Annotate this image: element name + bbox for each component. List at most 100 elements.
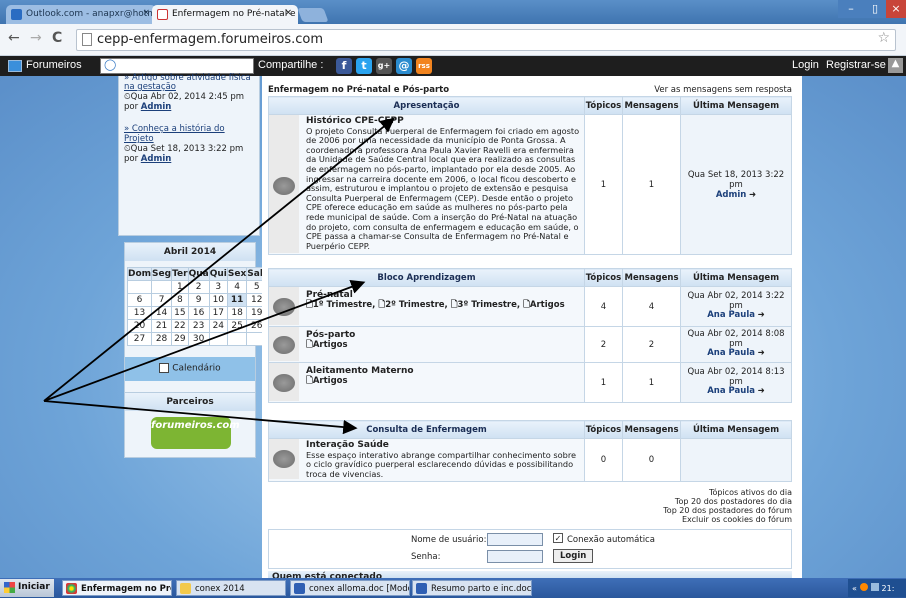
recent-topic-1: na gestação ⏲Qua Abr 02, 2014 2:45 pm po…	[124, 82, 256, 112]
close-icon[interactable]: ×	[284, 8, 292, 18]
google-plus-icon[interactable]: g+	[376, 58, 392, 74]
calendar-day[interactable]: 24	[208, 319, 228, 333]
forum-status-icon	[273, 374, 295, 392]
calendar-day[interactable]: 6	[126, 293, 153, 307]
calendar-day[interactable]: 1	[171, 280, 189, 294]
calendar-day[interactable]: 2	[187, 280, 210, 294]
recent-topic-link[interactable]: na gestação	[124, 82, 176, 92]
goto-last-icon[interactable]: ➜	[749, 190, 756, 200]
auto-login-checkbox[interactable]: ✓	[553, 533, 563, 543]
minimize-button[interactable]: –	[838, 0, 864, 18]
bookmark-star-icon[interactable]: ☆	[877, 30, 890, 46]
last-message-cell: Qua Abr 02, 2014 8:13 pm Ana Paula ➜	[680, 362, 792, 403]
email-icon[interactable]: @	[396, 58, 412, 74]
author-link[interactable]: Admin	[141, 102, 172, 112]
scroll-top-icon[interactable]: ▲	[888, 58, 903, 73]
messages-count: 4	[622, 286, 681, 327]
close-window-button[interactable]: ×	[886, 0, 906, 18]
forum-name[interactable]: Pós-parto	[306, 330, 581, 340]
calendar-day[interactable]: 18	[226, 306, 248, 320]
password-field[interactable]	[487, 550, 543, 563]
rss-icon[interactable]: rss	[416, 58, 432, 74]
calendar-day[interactable]: 14	[151, 306, 173, 320]
calendar-day[interactable]: 7	[151, 293, 173, 307]
calendar-day[interactable]: 4	[226, 280, 248, 294]
forward-icon[interactable]: →	[30, 30, 42, 46]
reload-icon[interactable]: C	[52, 30, 62, 46]
close-icon[interactable]: ×	[142, 8, 150, 18]
tab-label: Enfermagem no Pré-natal e P	[172, 9, 298, 19]
last-author-link[interactable]: Ana Paula	[707, 348, 755, 359]
maximize-button[interactable]: ▯	[862, 0, 888, 18]
tray-expand-icon[interactable]: «	[852, 584, 857, 593]
calendar-day[interactable]: 9	[187, 293, 210, 307]
facebook-icon[interactable]: f	[336, 58, 352, 74]
subforum-links[interactable]: 🗋1º Trimestre, 🗋2º Trimestre, 🗋3º Trimes…	[306, 300, 581, 310]
calendar-day[interactable]: 27	[126, 332, 153, 346]
taskbar-item[interactable]: conex 2014	[176, 580, 286, 596]
tab-outlook[interactable]: Outlook.com - anapxr@hotm ×	[6, 5, 156, 24]
category-title[interactable]: Bloco Aprendizagem	[268, 268, 585, 287]
search-input[interactable]: ◯	[100, 58, 254, 74]
new-tab-button[interactable]	[297, 8, 329, 22]
recent-topic-link[interactable]: » Artigo sobre atividade física	[124, 73, 254, 81]
forumeiros-brand[interactable]: Forumeiros	[26, 59, 82, 71]
last-author-link[interactable]: Admin	[716, 190, 747, 200]
calendar-day[interactable]: 23	[187, 319, 210, 333]
calendar-day[interactable]: 25	[226, 319, 248, 333]
forum-name[interactable]: Pré-natal	[306, 290, 581, 300]
category-title[interactable]: Consulta de Enfermagem	[268, 420, 585, 439]
footer-link[interactable]: Excluir os cookies do fórum	[663, 515, 792, 524]
calendar-day[interactable]: 3	[208, 280, 228, 294]
goto-last-icon[interactable]: ➜	[758, 310, 765, 321]
messages-header: Mensagens	[622, 420, 681, 439]
back-icon[interactable]: ←	[8, 30, 20, 46]
calendar-day[interactable]: 21	[151, 319, 173, 333]
tray-app-icon[interactable]	[859, 583, 868, 591]
start-button[interactable]: Iniciar	[0, 579, 54, 597]
calendar-day[interactable]: 16	[187, 306, 210, 320]
forumeiros-partner-logo[interactable]: forumeiros.com	[151, 417, 240, 449]
calendar-day[interactable]: 29	[171, 332, 189, 346]
unread-link[interactable]: Ver as mensagens sem resposta	[654, 85, 792, 95]
calendar-link[interactable]: Calendário	[172, 364, 220, 374]
goto-last-icon[interactable]: ➜	[758, 386, 765, 397]
calendar-day[interactable]: 8	[171, 293, 189, 307]
goto-last-icon[interactable]: ➜	[758, 348, 765, 359]
footer-link[interactable]: Top 20 dos postadores do dia	[663, 497, 792, 506]
calendar-day[interactable]: 30	[187, 332, 210, 346]
calendar-day[interactable]: 22	[171, 319, 189, 333]
calendar-day[interactable]: 15	[171, 306, 189, 320]
url-field[interactable]: cepp-enfermagem.forumeiros.com	[76, 29, 896, 51]
calendar-day-today[interactable]: 11	[226, 293, 248, 307]
calendar-day[interactable]: 20	[126, 319, 153, 333]
last-message-cell: Qua Set 18, 2013 3:22 pm Admin ➜	[680, 114, 792, 255]
twitter-icon[interactable]: t	[356, 58, 372, 74]
login-link[interactable]: Login	[792, 59, 819, 71]
subforum-links[interactable]: 🗋Artigos	[306, 340, 581, 350]
calendar-day[interactable]: 28	[151, 332, 173, 346]
calendar-day[interactable]: 13	[126, 306, 153, 320]
last-author-link[interactable]: Ana Paula	[707, 386, 755, 397]
forum-name[interactable]: Aleitamento Materno	[306, 366, 581, 376]
footer-link[interactable]: Top 20 dos postadores do fórum	[663, 506, 792, 515]
breadcrumb[interactable]: Enfermagem no Pré-natal e Pós-parto	[268, 85, 449, 95]
subforum-links[interactable]: 🗋Artigos	[306, 376, 581, 386]
taskbar-item[interactable]: Resumo parto e inc.doc [...	[412, 580, 532, 596]
author-link[interactable]: Admin	[141, 154, 172, 164]
calendar-day[interactable]: 17	[208, 306, 228, 320]
taskbar-item[interactable]: conex alloma.doc [Modo ...	[290, 580, 410, 596]
calendar-day[interactable]: 10	[208, 293, 228, 307]
forum-status-icon	[273, 298, 295, 316]
register-link[interactable]: Registrar-se	[826, 59, 886, 71]
taskbar-item[interactable]: Enfermagem no Pré-n...	[62, 580, 172, 596]
calendar-link-bar[interactable]: Calendário	[125, 357, 255, 381]
login-button[interactable]: Login	[553, 549, 594, 563]
network-icon[interactable]	[870, 583, 879, 591]
username-field[interactable]	[487, 533, 543, 546]
recent-topic-link[interactable]: » Conheça a história do Projeto	[124, 124, 225, 144]
tab-forum[interactable]: Enfermagem no Pré-natal e P ×	[152, 5, 298, 24]
footer-link[interactable]: Tópicos ativos do dia	[663, 488, 792, 497]
last-author-link[interactable]: Ana Paula	[707, 310, 755, 321]
category-title[interactable]: Apresentação	[268, 96, 585, 115]
